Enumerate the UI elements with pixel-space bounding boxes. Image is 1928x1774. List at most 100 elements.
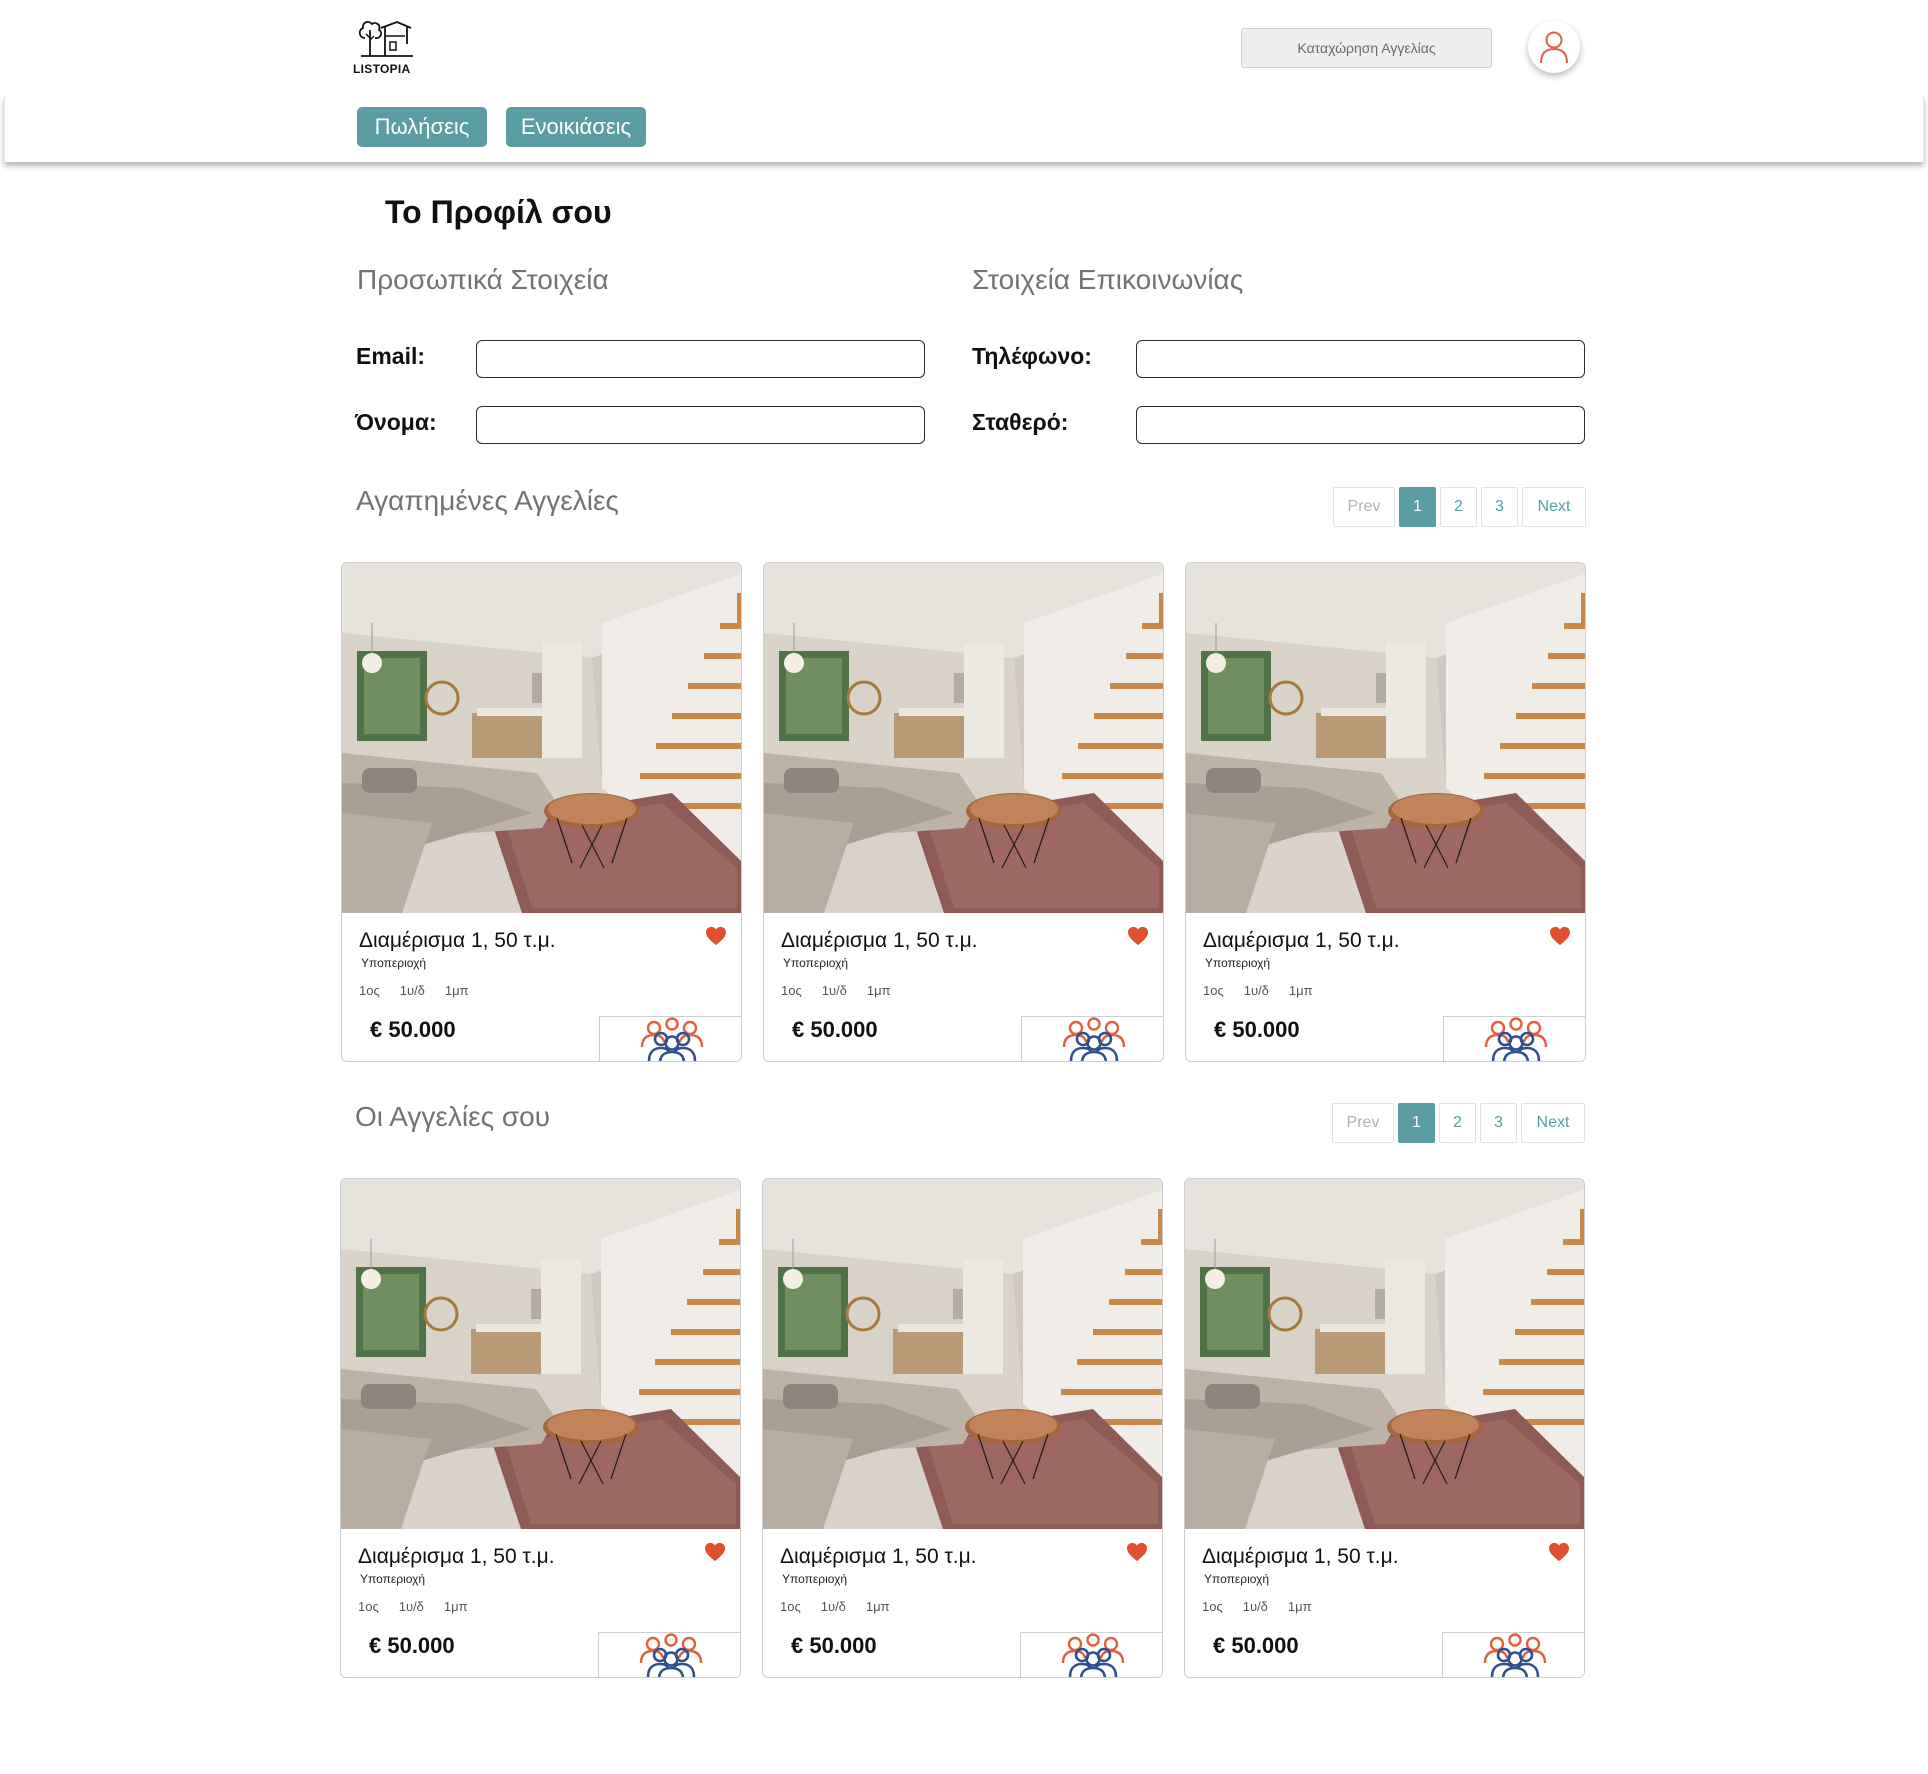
listing-subarea: Υποπεριοχή xyxy=(360,1572,426,1586)
listing-rooms: 1μπ xyxy=(443,1599,468,1614)
listing-rooms: 1μπ xyxy=(1287,1599,1312,1614)
listing-subarea: Υποπεριοχή xyxy=(361,956,427,970)
listing-title[interactable]: Διαμέρισμα 1, 50 τ.μ. xyxy=(358,1545,555,1569)
pagination-page-1[interactable]: 1 xyxy=(1398,1103,1435,1143)
user-profile-button[interactable] xyxy=(1528,21,1580,73)
listing-specs: 1ος 1υ/δ 1μπ xyxy=(1203,983,1333,998)
people-group-icon xyxy=(1061,1633,1124,1677)
people-group-icon xyxy=(1062,1017,1125,1061)
tab-sales[interactable]: Πωλήσεις xyxy=(357,107,487,147)
listing-photo[interactable] xyxy=(342,563,741,913)
my-listings-pagination: Prev 1 2 3 Next xyxy=(1332,1103,1585,1143)
living-room-photo xyxy=(1185,1179,1584,1529)
agent-button[interactable] xyxy=(1021,1016,1163,1061)
listing-rooms: 1μπ xyxy=(865,1599,890,1614)
favorites-heading: Αγαπημένες Αγγελίες xyxy=(356,485,619,516)
living-room-photo xyxy=(1186,563,1585,913)
listing-rooms: 1μπ xyxy=(1288,983,1313,998)
listing-title[interactable]: Διαμέρισμα 1, 50 τ.μ. xyxy=(780,1545,977,1569)
listing-rooms: 1μπ xyxy=(866,983,891,998)
listing-photo[interactable] xyxy=(1185,1179,1584,1529)
listing-title[interactable]: Διαμέρισμα 1, 50 τ.μ. xyxy=(781,929,978,953)
listing-photo[interactable] xyxy=(763,1179,1162,1529)
listing-title[interactable]: Διαμέρισμα 1, 50 τ.μ. xyxy=(1203,929,1400,953)
listing-card[interactable]: Διαμέρισμα 1, 50 τ.μ. Υποπεριοχή 1ος 1υ/… xyxy=(340,1178,741,1678)
listing-title[interactable]: Διαμέρισμα 1, 50 τ.μ. xyxy=(359,929,556,953)
agent-button[interactable] xyxy=(599,1016,741,1061)
listing-card[interactable]: Διαμέρισμα 1, 50 τ.μ. Υποπεριοχή 1ος 1υ/… xyxy=(763,562,1164,1062)
pagination-prev[interactable]: Prev xyxy=(1333,487,1395,527)
pagination-page-3[interactable]: 3 xyxy=(1481,487,1518,527)
agent-button[interactable] xyxy=(598,1632,740,1677)
listing-subarea: Υποπεριοχή xyxy=(783,956,849,970)
name-label: Όνομα: xyxy=(355,409,437,435)
heart-icon[interactable] xyxy=(1127,926,1149,946)
pagination-page-2[interactable]: 2 xyxy=(1440,487,1477,527)
top-header: LISTOPIA Καταχώρηση Αγγελίας xyxy=(0,0,1928,96)
heart-icon[interactable] xyxy=(704,1542,726,1562)
listing-photo[interactable] xyxy=(764,563,1163,913)
listing-card[interactable]: Διαμέρισμα 1, 50 τ.μ. Υποπεριοχή 1ος 1υ/… xyxy=(762,1178,1163,1678)
people-group-icon xyxy=(1483,1633,1546,1677)
listing-price: € 50.000 xyxy=(791,1633,877,1658)
name-field[interactable] xyxy=(476,406,925,444)
heart-icon[interactable] xyxy=(1548,1542,1570,1562)
phone-field[interactable] xyxy=(1136,340,1585,378)
site-logo[interactable]: LISTOPIA xyxy=(353,18,419,76)
pagination-prev[interactable]: Prev xyxy=(1332,1103,1394,1143)
pagination-page-2[interactable]: 2 xyxy=(1439,1103,1476,1143)
listing-floor: 1ος xyxy=(1203,983,1224,998)
listing-specs: 1ος 1υ/δ 1μπ xyxy=(780,1599,910,1614)
listing-bathrooms: 1υ/δ xyxy=(821,983,847,998)
people-group-icon xyxy=(1484,1017,1547,1061)
listing-card[interactable]: Διαμέρισμα 1, 50 τ.μ. Υποπεριοχή 1ος 1υ/… xyxy=(1184,1178,1585,1678)
listing-price: € 50.000 xyxy=(792,1017,878,1042)
contact-info-heading: Στοιχεία Επικοινωνίας xyxy=(972,264,1244,295)
people-group-icon xyxy=(639,1633,702,1677)
listing-specs: 1ος 1υ/δ 1μπ xyxy=(358,1599,488,1614)
agent-button[interactable] xyxy=(1443,1016,1585,1061)
listing-floor: 1ος xyxy=(780,1599,801,1614)
listing-rooms: 1μπ xyxy=(444,983,469,998)
listing-price: € 50.000 xyxy=(1213,1633,1299,1658)
heart-icon[interactable] xyxy=(1126,1542,1148,1562)
pagination-next[interactable]: Next xyxy=(1522,487,1586,527)
people-group-icon xyxy=(640,1017,703,1061)
agent-button[interactable] xyxy=(1020,1632,1162,1677)
listing-bathrooms: 1υ/δ xyxy=(820,1599,846,1614)
page-title: Το Προφίλ σου xyxy=(385,194,612,230)
listing-title[interactable]: Διαμέρισμα 1, 50 τ.μ. xyxy=(1202,1545,1399,1569)
listing-price: € 50.000 xyxy=(1214,1017,1300,1042)
listing-floor: 1ος xyxy=(1202,1599,1223,1614)
listing-specs: 1ος 1υ/δ 1μπ xyxy=(359,983,489,998)
listing-floor: 1ος xyxy=(358,1599,379,1614)
user-icon xyxy=(1540,31,1568,64)
living-room-photo xyxy=(764,563,1163,913)
listing-bathrooms: 1υ/δ xyxy=(399,983,425,998)
listing-bathrooms: 1υ/δ xyxy=(1243,983,1269,998)
logo-text: LISTOPIA xyxy=(353,62,411,76)
listing-floor: 1ος xyxy=(781,983,802,998)
heart-icon[interactable] xyxy=(705,926,727,946)
listing-card[interactable]: Διαμέρισμα 1, 50 τ.μ. Υποπεριοχή 1ος 1υ/… xyxy=(341,562,742,1062)
listing-card[interactable]: Διαμέρισμα 1, 50 τ.μ. Υποπεριοχή 1ος 1υ/… xyxy=(1185,562,1586,1062)
listing-photo[interactable] xyxy=(341,1179,740,1529)
listing-subarea: Υποπεριοχή xyxy=(782,1572,848,1586)
listing-price: € 50.000 xyxy=(370,1017,456,1042)
listing-subarea: Υποπεριοχή xyxy=(1204,1572,1270,1586)
listing-specs: 1ος 1υ/δ 1μπ xyxy=(1202,1599,1332,1614)
pagination-next[interactable]: Next xyxy=(1521,1103,1585,1143)
post-ad-button[interactable]: Καταχώρηση Αγγελίας xyxy=(1241,28,1492,68)
living-room-photo xyxy=(342,563,741,913)
listing-photo[interactable] xyxy=(1186,563,1585,913)
pagination-page-1[interactable]: 1 xyxy=(1399,487,1436,527)
agent-button[interactable] xyxy=(1442,1632,1584,1677)
heart-icon[interactable] xyxy=(1549,926,1571,946)
email-field[interactable] xyxy=(476,340,925,378)
my-listings-heading: Οι Αγγελίες σου xyxy=(355,1101,551,1132)
landline-field[interactable] xyxy=(1136,406,1585,444)
category-navbar: Πωλήσεις Ενοικιάσεις xyxy=(4,96,1924,162)
pagination-page-3[interactable]: 3 xyxy=(1480,1103,1517,1143)
listing-bathrooms: 1υ/δ xyxy=(1242,1599,1268,1614)
tab-rentals[interactable]: Ενοικιάσεις xyxy=(506,107,646,147)
